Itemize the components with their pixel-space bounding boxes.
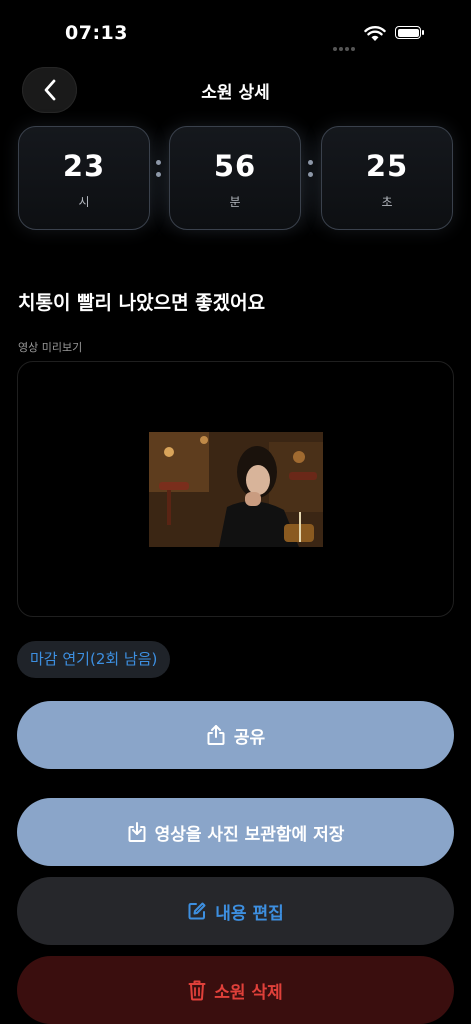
delete-button[interactable]: 소원 삭제: [17, 956, 454, 1024]
share-label: 공유: [233, 727, 266, 748]
share-icon: [206, 724, 226, 746]
extend-deadline-button[interactable]: 마감 연기(2회 남음): [17, 641, 171, 678]
edit-icon: [187, 901, 207, 921]
save-to-photos-button[interactable]: 영상을 사진 보관함에 저장: [17, 798, 454, 866]
status-bar: 07:13: [0, 0, 471, 64]
edit-label: 내용 편집: [215, 903, 284, 924]
share-button[interactable]: 공유: [17, 701, 454, 769]
video-thumbnail-image: [149, 432, 323, 547]
trash-icon: [188, 979, 206, 1001]
timer-hours: 23 시: [18, 126, 150, 230]
timer-seconds-label: 초: [381, 195, 393, 209]
timer-separator: [308, 160, 314, 184]
timer-seconds-value: 25: [365, 149, 409, 183]
timer-minutes-value: 56: [213, 149, 257, 183]
timer-hours-label: 시: [78, 195, 90, 209]
video-thumbnail[interactable]: [149, 432, 323, 547]
edit-button[interactable]: 내용 편집: [17, 877, 454, 945]
preview-label: 영상 미리보기: [18, 341, 83, 354]
timer-hours-value: 23: [62, 149, 106, 183]
battery-icon: [395, 26, 424, 39]
delete-label: 소원 삭제: [214, 982, 283, 1003]
save-label: 영상을 사진 보관함에 저장: [154, 824, 345, 845]
wifi-icon: [364, 26, 386, 41]
timer-minutes-label: 분: [229, 195, 241, 209]
timer-separator: [156, 160, 162, 184]
signal-icon: [333, 36, 357, 51]
timer-minutes: 56 분: [169, 126, 301, 230]
timer-seconds: 25 초: [321, 126, 453, 230]
page-title: 소원 상세: [201, 83, 270, 103]
status-time: 07:13: [65, 22, 128, 44]
wish-title: 치통이 빨리 나았으면 좋겠어요: [18, 292, 266, 314]
download-icon: [127, 821, 147, 843]
